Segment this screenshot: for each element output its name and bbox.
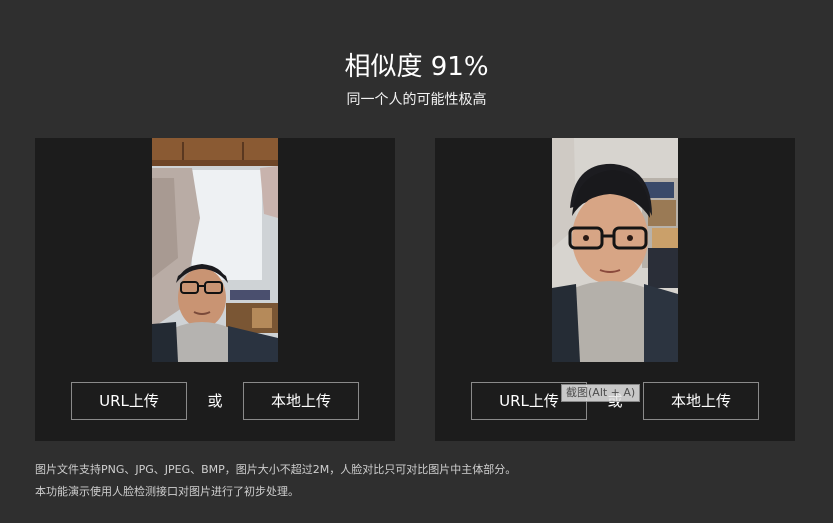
left-upload-actions: URL上传 或 本地上传 [71, 382, 359, 420]
right-face-photo [552, 138, 678, 362]
screenshot-tooltip: 截图(Alt + A) [561, 384, 641, 402]
left-url-upload-button[interactable]: URL上传 [71, 382, 187, 420]
left-local-upload-button[interactable]: 本地上传 [243, 382, 359, 420]
similarity-subtitle: 同一个人的可能性极高 [346, 92, 487, 108]
upload-requirements-note: 图片文件支持PNG、JPG、JPEG、BMP，图片大小不超过2M，人脸对比只可对… [35, 463, 517, 476]
left-face-photo [152, 138, 278, 362]
similarity-title: 相似度 91% [344, 52, 489, 82]
face-compare-page: 相似度 91% 同一个人的可能性极高 URL上传 或 本地上传 URL上传 本地… [0, 0, 833, 523]
processing-note: 本功能演示使用人脸检测接口对图片进行了初步处理。 [35, 485, 299, 498]
left-image-panel: URL上传 或 本地上传 [35, 138, 395, 441]
left-or-label: 或 [207, 392, 223, 410]
right-local-upload-button[interactable]: 本地上传 [643, 382, 759, 420]
